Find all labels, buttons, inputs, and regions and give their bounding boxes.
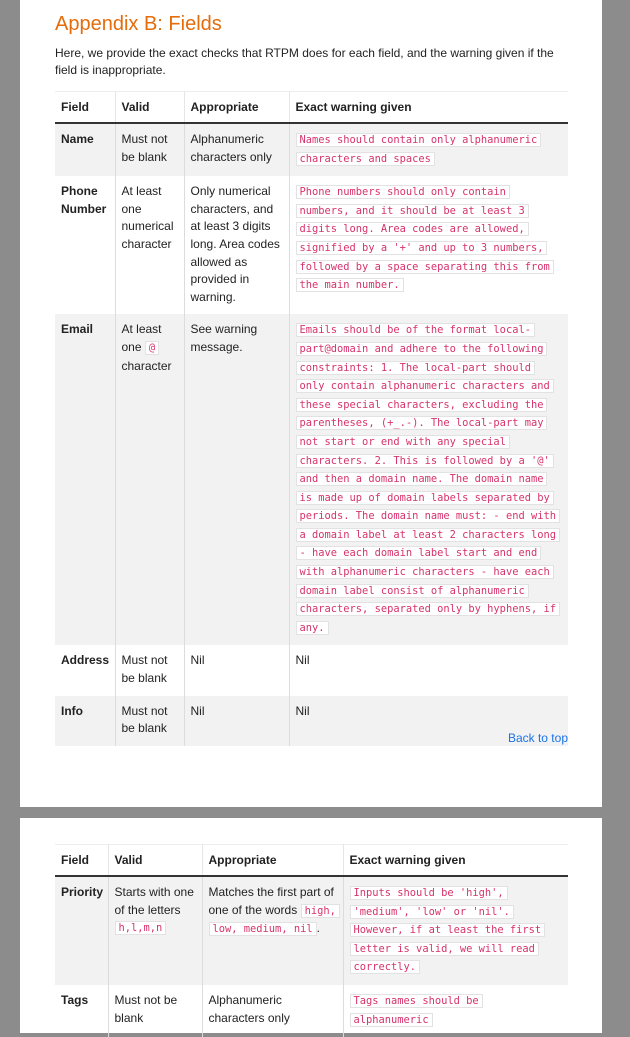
cell-appropriate: Alphanumeric characters only (183, 123, 289, 177)
cell-warning: Nil (288, 645, 568, 696)
header-appropriate: Appropriate (183, 91, 289, 124)
cell-valid: Starts with one of the letters h,l,m,n (107, 876, 202, 985)
document-page-1: Appendix B: Fields Here, we provide the … (20, 0, 602, 807)
cell-warning: Emails should be of the format local-par… (288, 314, 568, 646)
fields-table-continued: Field Valid Appropriate Exact warning gi… (55, 844, 568, 1037)
fields-table: Field Valid Appropriate Exact warning gi… (55, 91, 568, 746)
warning-code: Phone numbers should only contain number… (295, 185, 554, 293)
cell-valid: At least one numerical character (114, 176, 184, 315)
table-row-tags: Tags Must not be blank Alphanumeric char… (55, 984, 568, 1037)
header-field: Field (55, 91, 115, 124)
header-field: Field (55, 844, 108, 877)
cell-appropriate: Nil (183, 695, 289, 746)
table-row-email: Email At least one @ character See warni… (55, 314, 568, 646)
warning-code: Names should contain only alphanumeric c… (295, 133, 542, 166)
header-warning: Exact warning given (288, 91, 568, 124)
page-2-content: Field Valid Appropriate Exact warning gi… (55, 844, 568, 1037)
cell-valid: At least one @ character (114, 314, 184, 646)
cell-valid: Must not be blank (114, 123, 184, 177)
page-1-content: Appendix B: Fields Here, we provide the … (55, 12, 568, 746)
cell-appropriate: See warning message. (183, 314, 289, 646)
table-row-address: Address Must not be blank Nil Nil (55, 645, 568, 696)
header-warning: Exact warning given (342, 844, 568, 877)
cell-valid: Must not be blank (114, 645, 184, 696)
table-row-name: Name Must not be blank Alphanumeric char… (55, 123, 568, 177)
valid-text-post: character (121, 358, 172, 373)
cell-appropriate: Nil (183, 645, 289, 696)
cell-valid: Must not be blank (107, 984, 202, 1037)
cell-warning: Tags names should be alphanumeric (342, 984, 568, 1037)
table-header-row: Field Valid Appropriate Exact warning gi… (55, 91, 568, 124)
table-row-info: Info Must not be blank Nil Nil (55, 695, 568, 746)
table-row-priority: Priority Starts with one of the letters … (55, 876, 568, 985)
cell-appropriate: Matches the first part of one of the wor… (201, 876, 343, 985)
header-valid: Valid (114, 91, 184, 124)
cell-field: Email (55, 314, 115, 646)
warning-code: Inputs should be 'high', 'medium', 'low'… (349, 886, 546, 975)
cell-field: Tags (61, 992, 89, 1007)
document-page-2: Field Valid Appropriate Exact warning gi… (20, 818, 602, 1037)
valid-code: @ (144, 340, 160, 355)
cell-field: Info (55, 695, 115, 746)
cell-appropriate: Only numerical characters, and at least … (183, 176, 289, 315)
header-valid: Valid (107, 844, 202, 877)
cell-warning: Inputs should be 'high', 'medium', 'low'… (342, 876, 568, 985)
table-row-phone: Phone Number At least one numerical char… (55, 176, 568, 315)
valid-code: h,l,m,n (114, 921, 167, 936)
warning-code: Tags names should be alphanumeric (349, 993, 483, 1027)
cell-field: Address (61, 653, 110, 668)
appropriate-text-post: . (316, 921, 320, 936)
cell-field: Priority (55, 876, 108, 985)
table-header-row: Field Valid Appropriate Exact warning gi… (55, 844, 568, 877)
header-appropriate: Appropriate (201, 844, 343, 877)
warning-code: Emails should be of the format local-par… (295, 323, 560, 635)
cell-field: Name (55, 123, 115, 177)
cell-appropriate: Alphanumeric characters only (201, 984, 343, 1037)
cell-warning: Names should contain only alphanumeric c… (288, 123, 568, 177)
cell-field: Phone Number (61, 184, 107, 216)
intro-paragraph: Here, we provide the exact checks that R… (55, 46, 554, 77)
cell-valid: Must not be blank (114, 695, 184, 746)
valid-text: Starts with one of the letters (114, 885, 194, 917)
cell-warning: Phone numbers should only contain number… (288, 176, 568, 315)
appendix-heading: Appendix B: Fields (55, 13, 222, 35)
back-to-top-link[interactable]: Back to top (508, 731, 568, 745)
